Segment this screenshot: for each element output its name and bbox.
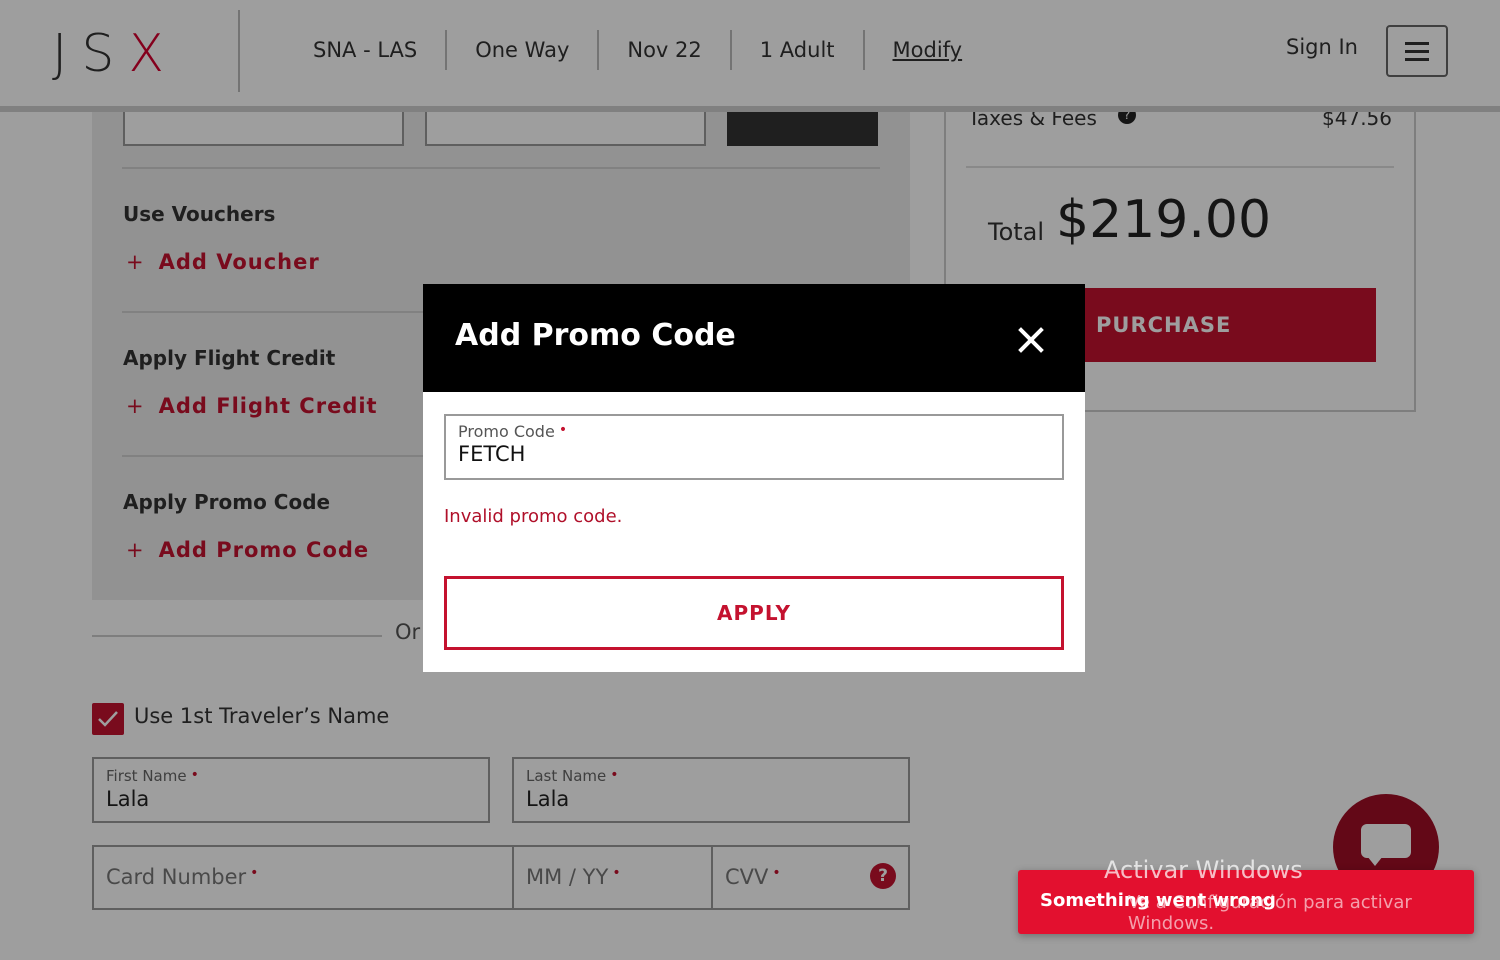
promo-code-modal: Add Promo Code Promo Code• Invalid promo… — [423, 284, 1085, 672]
promo-code-field[interactable]: Promo Code • — [444, 414, 1064, 480]
promo-code-input[interactable] — [458, 442, 1018, 466]
close-icon[interactable] — [1011, 320, 1051, 360]
error-message: Invalid promo code. — [444, 506, 623, 527]
windows-watermark-subtitle: Ve a Configuración para activar Windows. — [1128, 892, 1412, 934]
modal-title: Add Promo Code — [455, 318, 736, 353]
promo-code-label: Promo Code • — [458, 422, 568, 441]
windows-watermark-title: Activar Windows — [1104, 856, 1303, 884]
apply-button[interactable]: APPLY — [444, 576, 1064, 650]
required-mark: • — [558, 422, 568, 438]
modal-header: Add Promo Code — [423, 284, 1085, 392]
